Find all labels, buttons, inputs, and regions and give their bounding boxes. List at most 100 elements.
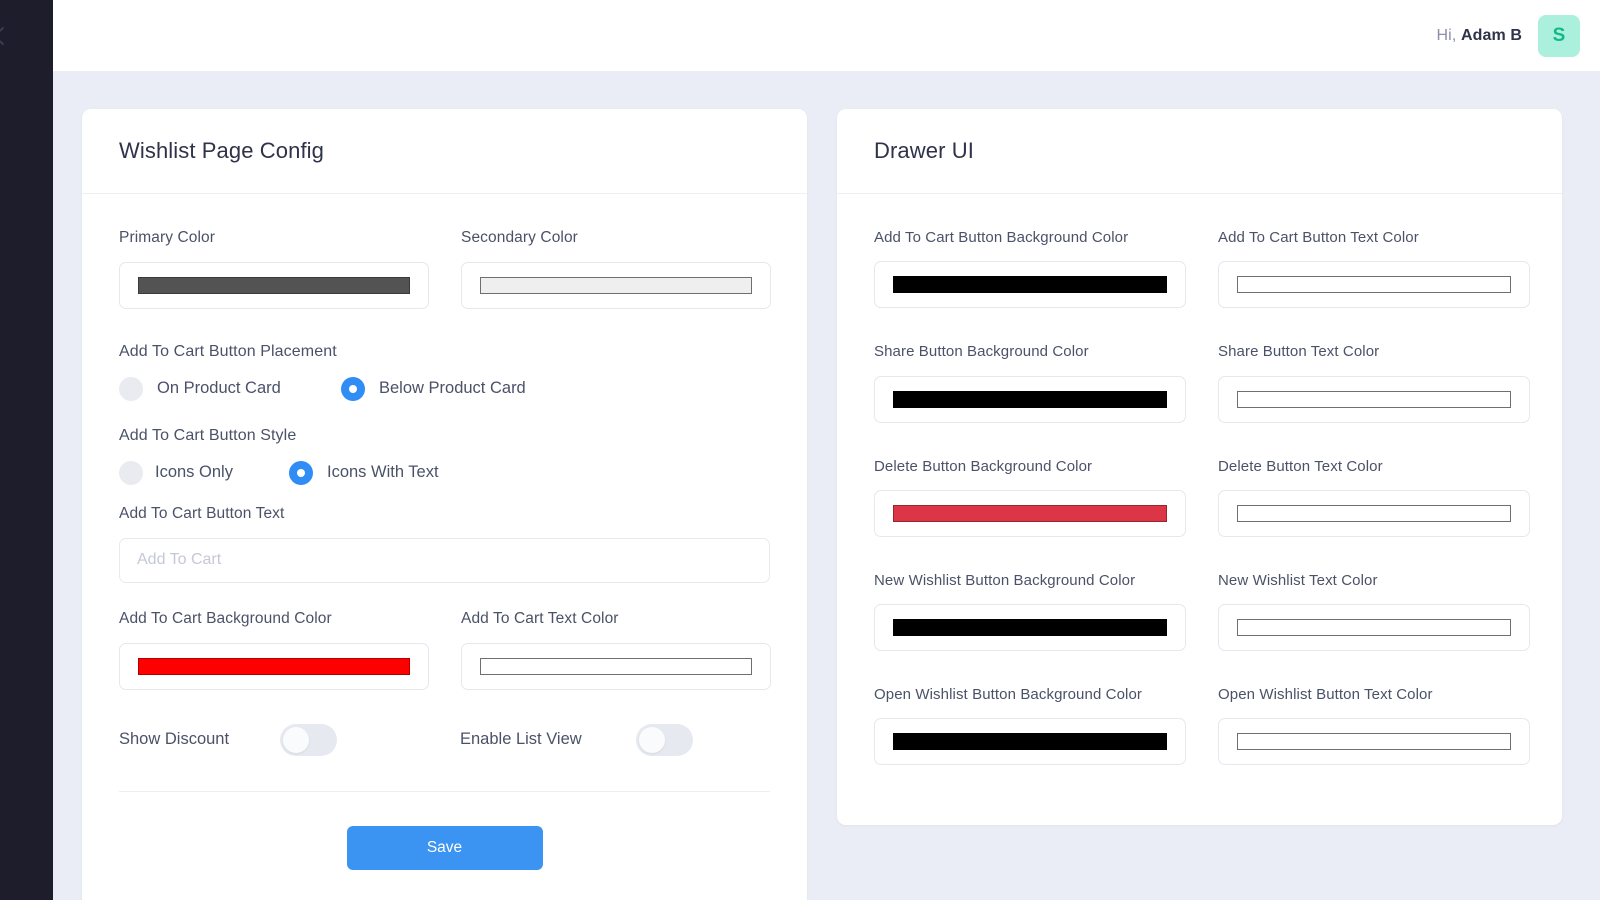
drawer-color-swatch bbox=[893, 733, 1167, 751]
radio-label: On Product Card bbox=[157, 379, 281, 398]
radio-below-product-card[interactable]: Below Product Card bbox=[341, 376, 526, 401]
drawer-color-input[interactable] bbox=[1218, 604, 1530, 651]
drawer-color-input[interactable] bbox=[874, 375, 1186, 423]
drawer-field-8: Open Wishlist Button Background Color bbox=[874, 685, 1186, 766]
atc-placement-group: Add To Cart Button Placement On Product … bbox=[119, 343, 770, 401]
drawer-field-1: Add To Cart Button Text Color bbox=[1218, 228, 1530, 309]
drawer-field-label: Open Wishlist Button Background Color bbox=[874, 686, 1142, 703]
drawer-color-swatch bbox=[1237, 733, 1511, 751]
enable-list-view-toggle[interactable] bbox=[635, 723, 693, 756]
show-discount-field: Show Discount bbox=[119, 723, 460, 756]
atc-bg-color-field: Add To Cart Background Color bbox=[119, 609, 429, 690]
atc-style-group: Add To Cart Button Style Icons Only Icon… bbox=[119, 427, 770, 485]
avatar[interactable]: S bbox=[1538, 14, 1580, 57]
enable-list-view-label: Enable List View bbox=[460, 730, 582, 749]
radio-indicator bbox=[289, 460, 313, 485]
wishlist-page-config-card: Wishlist Page Config Primary Color Secon… bbox=[82, 109, 807, 900]
atc-placement-label: Add To Cart Button Placement bbox=[119, 342, 337, 360]
drawer-color-swatch bbox=[1237, 619, 1511, 636]
toggle-knob bbox=[638, 726, 665, 753]
save-button[interactable]: Save bbox=[346, 825, 543, 870]
page-title: Wishlist Page Config bbox=[119, 138, 324, 163]
drawer-color-input[interactable] bbox=[1218, 375, 1530, 423]
wishlist-card-footer: Save bbox=[119, 790, 770, 900]
drawer-color-row: Add To Cart Button Background Color Add … bbox=[874, 228, 1530, 309]
drawer-color-swatch bbox=[893, 504, 1167, 522]
primary-color-input[interactable] bbox=[119, 261, 429, 309]
atc-button-text-input[interactable] bbox=[119, 537, 770, 583]
drawer-field-9: Open Wishlist Button Text Color bbox=[1218, 685, 1530, 766]
chevron-left-icon bbox=[0, 27, 4, 45]
atc-button-text-label: Add To Cart Button Text bbox=[119, 504, 285, 522]
drawer-color-input[interactable] bbox=[874, 604, 1186, 651]
sidebar-collapse-button[interactable] bbox=[0, 22, 14, 50]
atc-bg-color-input[interactable] bbox=[119, 642, 429, 690]
show-discount-label: Show Discount bbox=[119, 730, 230, 749]
toggles-row: Show Discount Enable List View bbox=[119, 723, 770, 756]
radio-label: Icons With Text bbox=[327, 463, 439, 482]
app-root: Hi, Adam B S Wishlist Page Config Primar… bbox=[0, 0, 1600, 900]
drawer-color-input[interactable] bbox=[1218, 489, 1530, 537]
atc-placement-radios: On Product Card Below Product Card bbox=[119, 376, 770, 401]
atc-button-text-field: Add To Cart Button Text bbox=[119, 504, 770, 583]
sidebar bbox=[0, 0, 53, 900]
greeting-text: Hi, Adam B bbox=[1437, 27, 1522, 45]
radio-icons-only[interactable]: Icons Only bbox=[119, 460, 289, 485]
wishlist-card-header: Wishlist Page Config bbox=[82, 109, 807, 194]
drawer-field-2: Share Button Background Color bbox=[874, 342, 1186, 423]
color-row-atc: Add To Cart Background Color Add To Cart… bbox=[119, 609, 771, 690]
drawer-field-label: Share Button Text Color bbox=[1218, 343, 1380, 361]
top-header: Hi, Adam B S bbox=[53, 0, 1600, 71]
drawer-color-input[interactable] bbox=[1218, 718, 1530, 766]
radio-on-product-card[interactable]: On Product Card bbox=[119, 376, 341, 401]
drawer-card-title: Drawer UI bbox=[874, 138, 974, 163]
drawer-card-body: Add To Cart Button Background Color Add … bbox=[837, 194, 1562, 825]
drawer-field-label: Delete Button Background Color bbox=[874, 457, 1093, 475]
secondary-color-field: Secondary Color bbox=[461, 228, 771, 309]
drawer-field-label: Add To Cart Button Background Color bbox=[874, 229, 1129, 246]
drawer-ui-card: Drawer UI Add To Cart Button Background … bbox=[837, 109, 1562, 826]
drawer-color-input[interactable] bbox=[1218, 261, 1530, 309]
enable-list-view-field: Enable List View bbox=[460, 723, 693, 756]
atc-text-color-label: Add To Cart Text Color bbox=[461, 609, 619, 627]
atc-text-color-input[interactable] bbox=[461, 642, 771, 690]
atc-text-color-swatch bbox=[480, 657, 752, 675]
drawer-field-6: New Wishlist Button Background Color bbox=[874, 571, 1186, 651]
drawer-color-swatch bbox=[893, 619, 1167, 636]
drawer-color-swatch bbox=[893, 276, 1167, 294]
drawer-field-5: Delete Button Text Color bbox=[1218, 457, 1530, 537]
primary-color-label: Primary Color bbox=[119, 229, 216, 246]
wishlist-card-body: Primary Color Secondary Color Add To Car… bbox=[82, 194, 807, 900]
drawer-color-input[interactable] bbox=[874, 261, 1186, 309]
radio-indicator bbox=[119, 376, 143, 401]
drawer-field-3: Share Button Text Color bbox=[1218, 342, 1530, 423]
radio-indicator bbox=[119, 460, 143, 485]
drawer-color-row: Open Wishlist Button Background Color Op… bbox=[874, 685, 1530, 766]
drawer-field-7: New Wishlist Text Color bbox=[1218, 571, 1530, 651]
drawer-color-input[interactable] bbox=[874, 489, 1186, 537]
atc-bg-color-label: Add To Cart Background Color bbox=[119, 609, 332, 627]
atc-style-radios: Icons Only Icons With Text bbox=[119, 460, 770, 485]
color-row-primary-secondary: Primary Color Secondary Color bbox=[119, 228, 771, 309]
drawer-field-label: Share Button Background Color bbox=[874, 343, 1089, 361]
drawer-color-input[interactable] bbox=[874, 718, 1186, 766]
drawer-field-label: Add To Cart Button Text Color bbox=[1218, 229, 1419, 246]
drawer-color-swatch bbox=[1237, 276, 1511, 294]
secondary-color-input[interactable] bbox=[461, 261, 771, 309]
primary-color-field: Primary Color bbox=[119, 228, 429, 309]
drawer-field-label: New Wishlist Button Background Color bbox=[874, 571, 1136, 589]
show-discount-toggle[interactable] bbox=[280, 723, 338, 756]
drawer-color-swatch bbox=[1237, 504, 1511, 522]
atc-style-label: Add To Cart Button Style bbox=[119, 426, 297, 444]
content-area: Wishlist Page Config Primary Color Secon… bbox=[53, 71, 1600, 900]
drawer-field-label: Delete Button Text Color bbox=[1218, 457, 1383, 475]
primary-color-swatch bbox=[138, 276, 410, 294]
secondary-color-swatch bbox=[480, 276, 752, 294]
radio-icons-with-text[interactable]: Icons With Text bbox=[289, 460, 439, 485]
radio-label: Icons Only bbox=[155, 463, 233, 482]
toggle-knob bbox=[283, 726, 310, 753]
radio-label: Below Product Card bbox=[379, 379, 526, 398]
drawer-color-row: Share Button Background Color Share Butt… bbox=[874, 342, 1530, 423]
drawer-field-label: Open Wishlist Button Text Color bbox=[1218, 686, 1433, 703]
cards-container: Wishlist Page Config Primary Color Secon… bbox=[53, 109, 1600, 900]
